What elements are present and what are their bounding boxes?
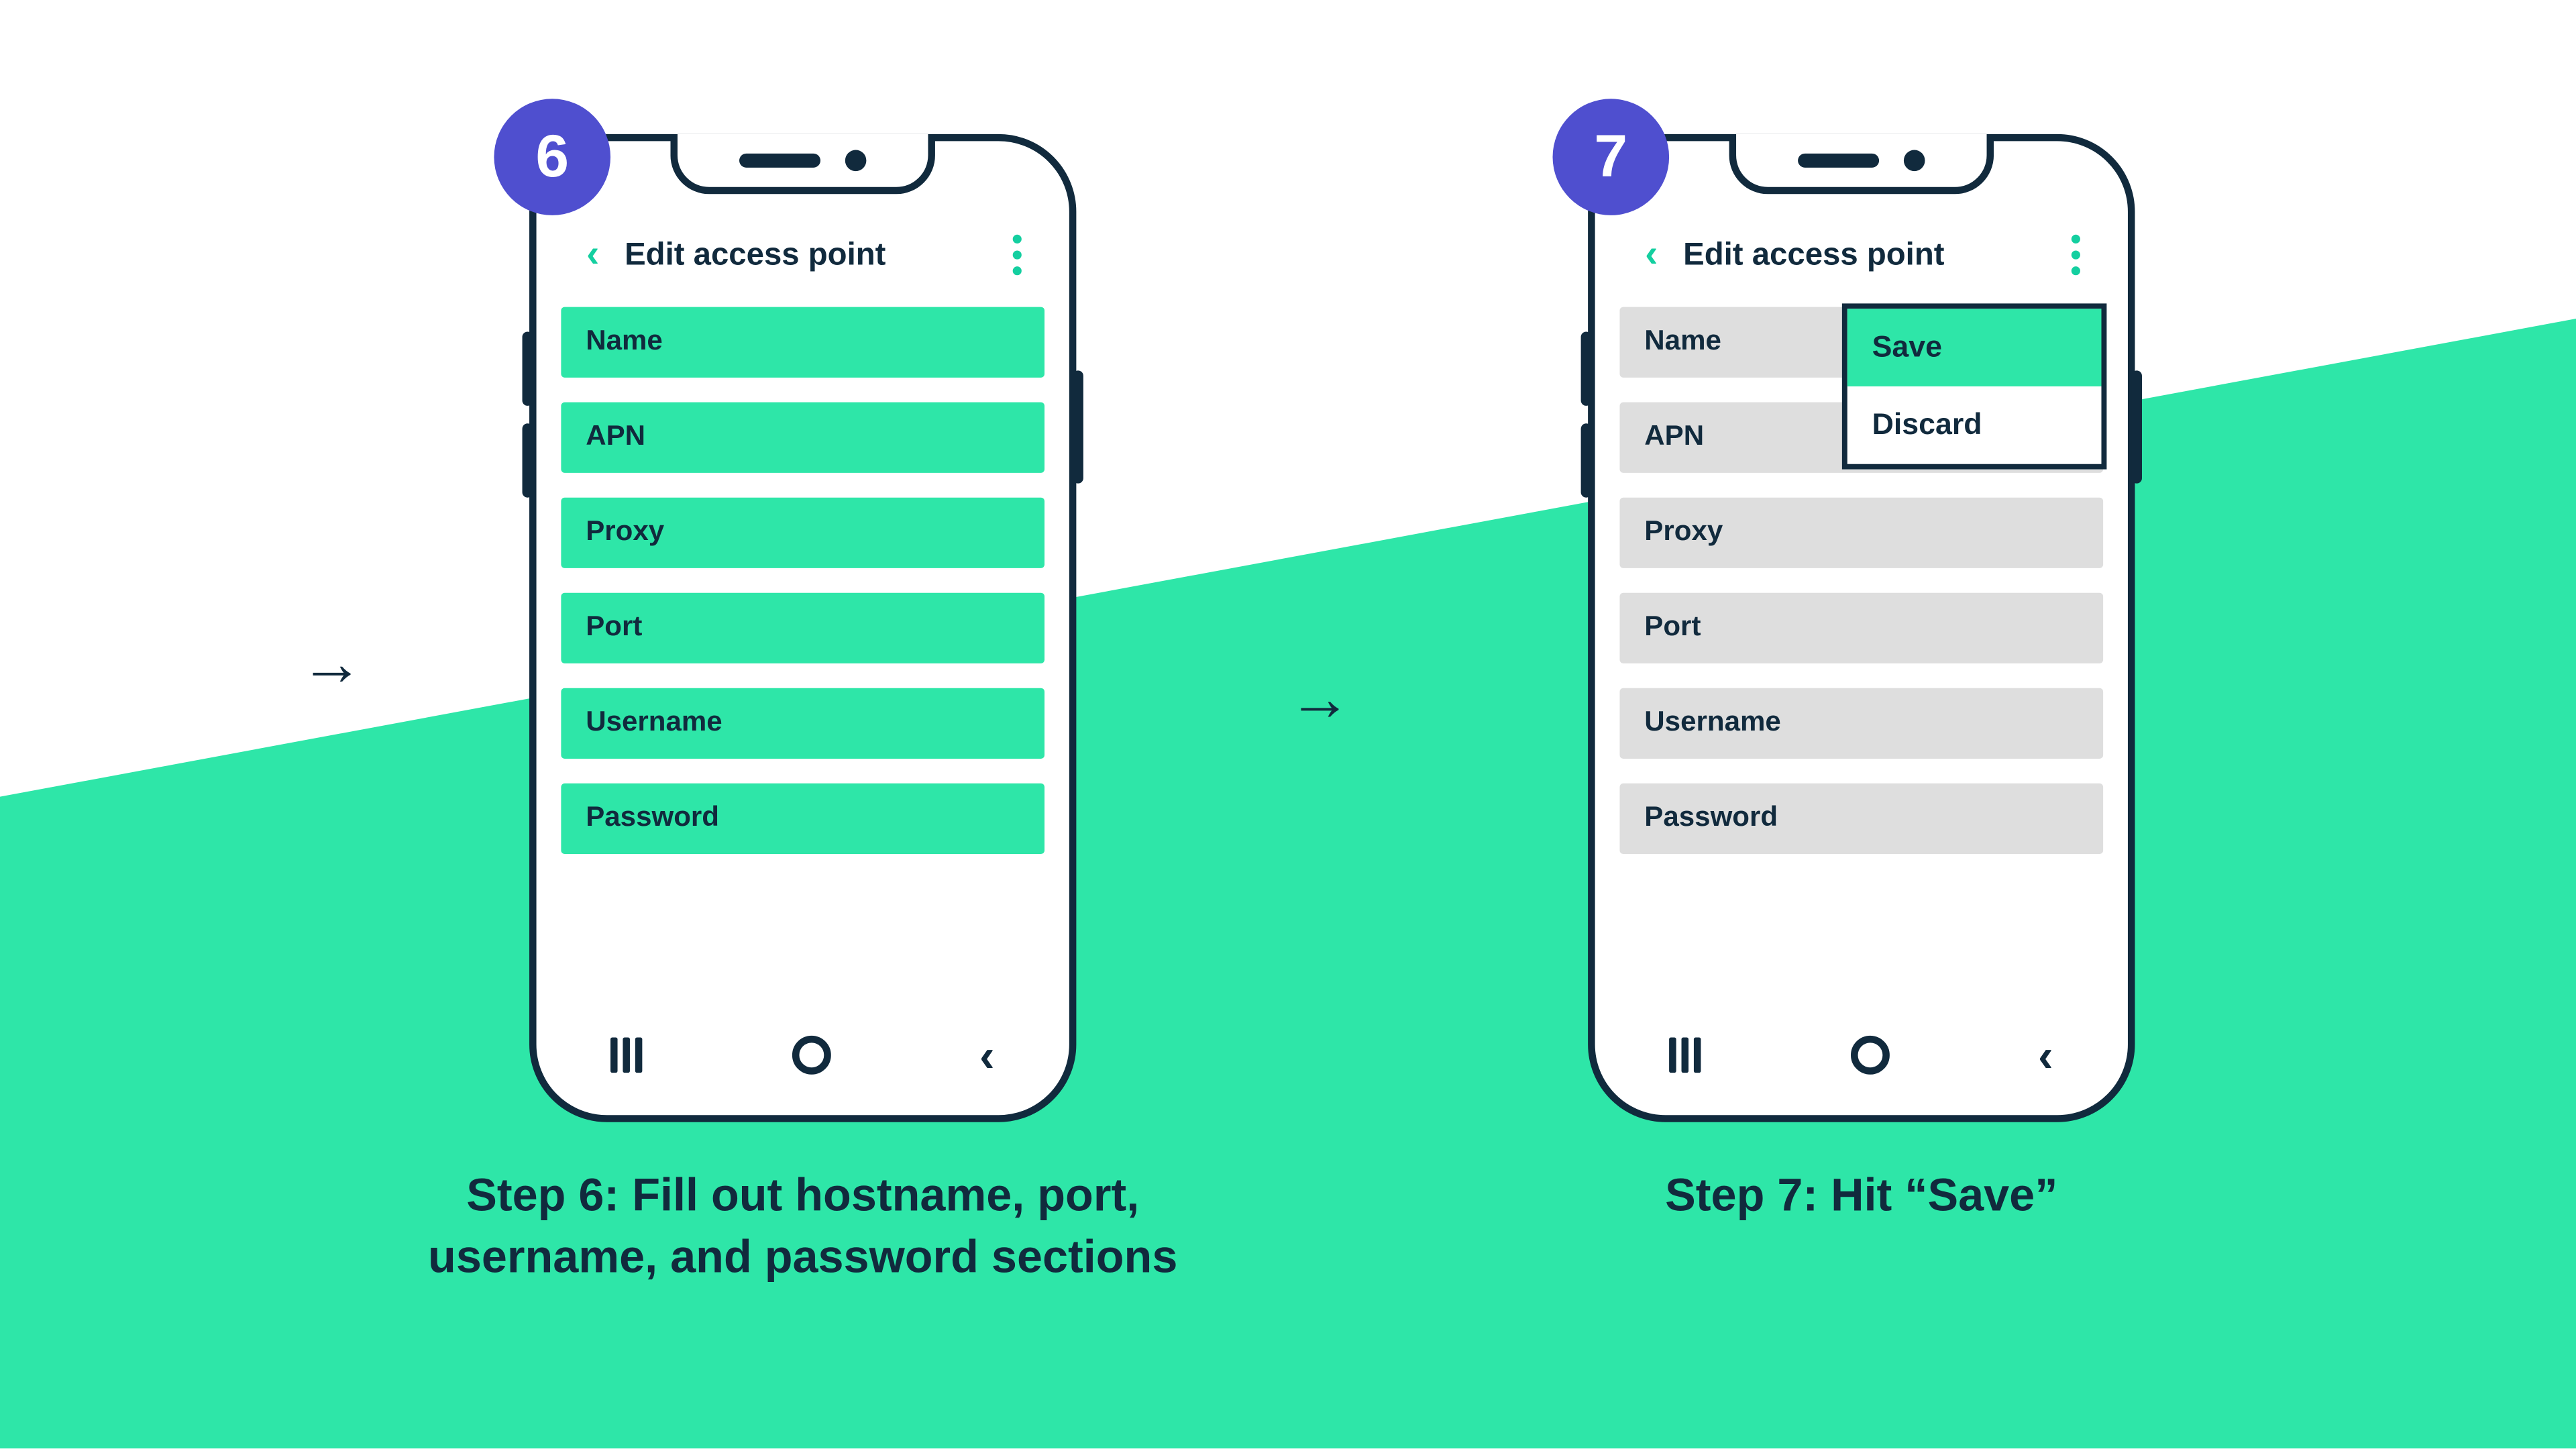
step-7-caption: Step 7: Hit “Save” <box>1535 1165 2188 1226</box>
discard-menu-item[interactable]: Discard <box>1847 386 2102 464</box>
proxy-field[interactable]: Proxy <box>561 498 1044 568</box>
overflow-menu: Save Discard <box>1842 303 2107 469</box>
power-button <box>2131 370 2142 483</box>
volume-down-button <box>523 423 533 497</box>
username-field[interactable]: Username <box>561 688 1044 759</box>
step-6-caption: Step 6: Fill out hostname, port, usernam… <box>335 1165 1271 1289</box>
username-field[interactable]: Username <box>1619 688 2103 759</box>
camera-icon <box>845 150 867 172</box>
phone-notch <box>1729 134 1994 194</box>
password-field[interactable]: Password <box>561 784 1044 854</box>
volume-up-button <box>1581 331 1592 405</box>
apn-field[interactable]: APN <box>561 402 1044 473</box>
android-navbar: ‹ <box>1595 1020 2128 1090</box>
back-button[interactable]: ‹ <box>1630 231 1672 277</box>
camera-icon <box>1904 150 1925 172</box>
power-button <box>1073 370 1083 483</box>
phone-step-6: 6 ‹ Edit access point Name APN Proxy Por… <box>529 134 1076 1122</box>
back-nav-button[interactable]: ‹ <box>979 1028 995 1083</box>
proxy-field[interactable]: Proxy <box>1619 498 2103 568</box>
home-button[interactable] <box>1850 1036 1889 1075</box>
screen-title: Edit access point <box>614 235 998 272</box>
step-badge: 7 <box>1553 99 1670 215</box>
recents-button[interactable] <box>611 1038 643 1073</box>
more-menu-button[interactable] <box>2057 233 2093 274</box>
android-navbar: ‹ <box>537 1020 1069 1090</box>
step-badge: 6 <box>494 99 610 215</box>
name-field[interactable]: Name <box>561 307 1044 378</box>
arrow-right-icon: → <box>300 632 364 696</box>
home-button[interactable] <box>792 1036 830 1075</box>
recents-button[interactable] <box>1670 1038 1701 1073</box>
back-button[interactable]: ‹ <box>572 231 614 277</box>
port-field[interactable]: Port <box>561 593 1044 663</box>
arrow-right-icon: → <box>1288 667 1352 731</box>
caption-line: Step 6: Fill out hostname, port, <box>335 1165 1271 1226</box>
save-menu-item[interactable]: Save <box>1847 309 2102 386</box>
volume-down-button <box>1581 423 1592 497</box>
toolbar: ‹ Edit access point <box>1619 219 2103 289</box>
speaker-icon <box>739 154 820 168</box>
phone-step-7: 7 ‹ Edit access point Name APN Proxy Por… <box>1588 134 2135 1122</box>
toolbar: ‹ Edit access point <box>561 219 1044 289</box>
caption-line: username, and password sections <box>335 1226 1271 1288</box>
back-nav-button[interactable]: ‹ <box>2038 1028 2053 1083</box>
speaker-icon <box>1798 154 1879 168</box>
more-menu-button[interactable] <box>999 233 1034 274</box>
password-field[interactable]: Password <box>1619 784 2103 854</box>
volume-up-button <box>523 331 533 405</box>
phone-notch <box>670 134 935 194</box>
screen-title: Edit access point <box>1672 235 2057 272</box>
caption-line: Step 7: Hit “Save” <box>1535 1165 2188 1226</box>
port-field[interactable]: Port <box>1619 593 2103 663</box>
